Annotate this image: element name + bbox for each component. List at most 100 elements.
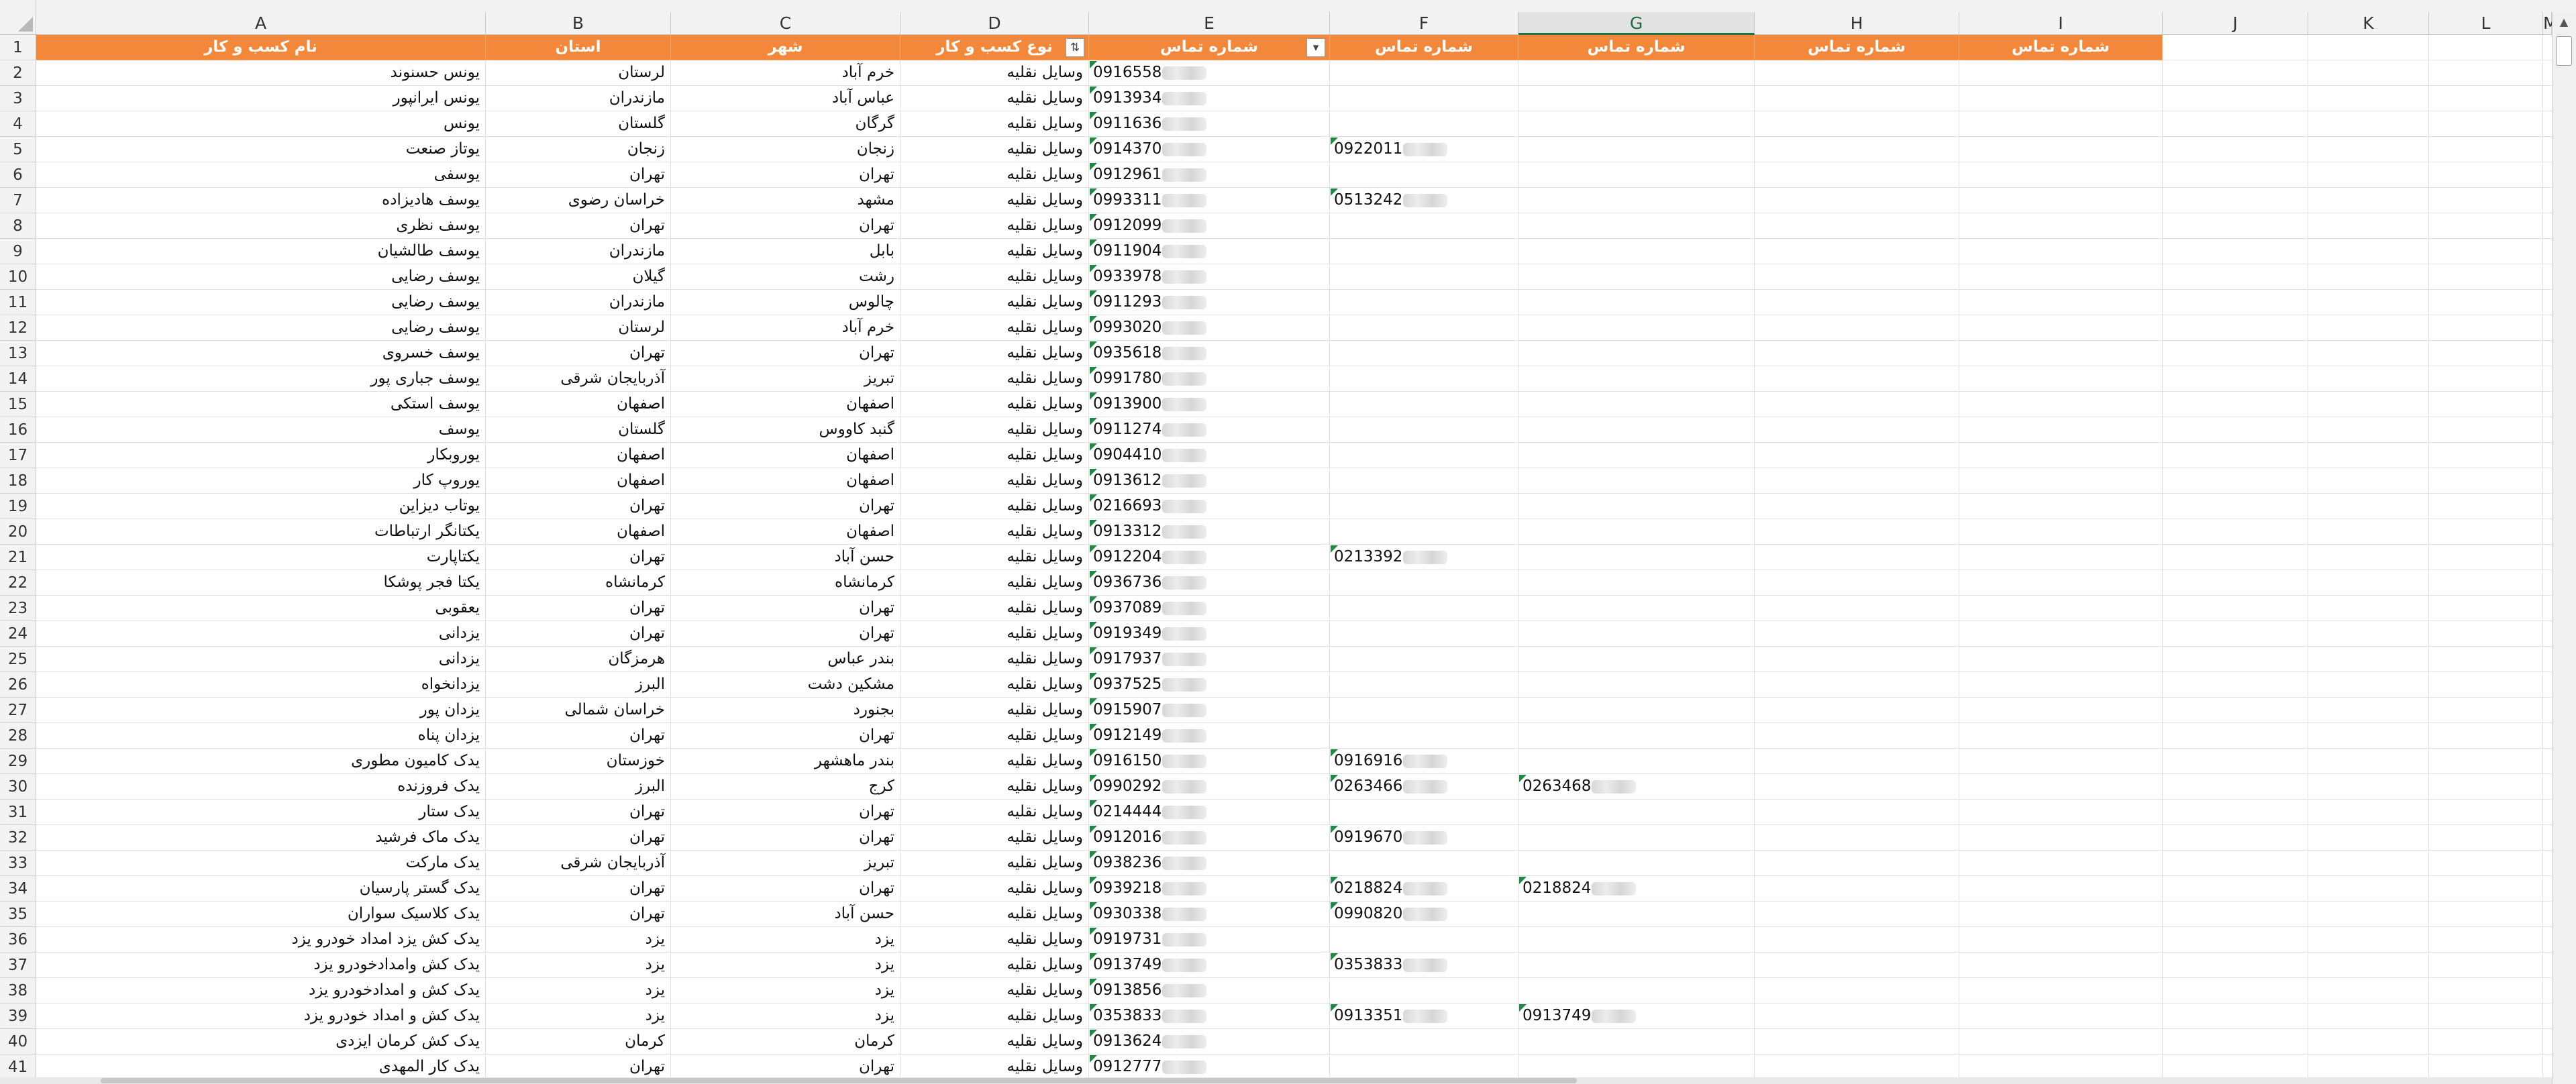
province-cell[interactable]: گلستان bbox=[486, 111, 671, 137]
empty-cell[interactable] bbox=[2308, 392, 2429, 417]
empty-cell[interactable] bbox=[1755, 749, 1959, 774]
empty-cell[interactable] bbox=[2429, 86, 2543, 111]
province-cell[interactable]: کرمان bbox=[486, 1029, 671, 1054]
business-type-cell[interactable]: وسایل نقلیه bbox=[900, 672, 1089, 698]
column-header-g[interactable]: G bbox=[1518, 12, 1755, 35]
empty-cell[interactable] bbox=[2429, 417, 2543, 443]
phone-cell[interactable] bbox=[1518, 111, 1755, 137]
business-type-cell[interactable]: وسایل نقلیه bbox=[900, 927, 1089, 953]
business-type-cell[interactable]: وسایل نقلیه bbox=[900, 239, 1089, 264]
empty-cell[interactable] bbox=[2429, 851, 2543, 876]
business-type-cell[interactable]: وسایل نقلیه bbox=[900, 137, 1089, 162]
province-cell[interactable]: اصفهان bbox=[486, 468, 671, 494]
empty-cell[interactable] bbox=[1959, 341, 2163, 366]
phone-cell[interactable] bbox=[1330, 494, 1518, 519]
row-header[interactable]: 25 bbox=[0, 647, 36, 672]
city-cell[interactable]: زنجان bbox=[671, 137, 900, 162]
province-cell[interactable]: تهران bbox=[486, 341, 671, 366]
phone-cell[interactable] bbox=[1518, 621, 1755, 647]
empty-cell[interactable] bbox=[1755, 519, 1959, 545]
empty-cell[interactable] bbox=[1755, 468, 1959, 494]
phone-cell[interactable] bbox=[1518, 978, 1755, 1004]
empty-cell[interactable] bbox=[2308, 366, 2429, 392]
business-type-cell[interactable]: وسایل نقلیه bbox=[900, 443, 1089, 468]
empty-cell[interactable] bbox=[2308, 188, 2429, 213]
phone-cell[interactable] bbox=[1518, 290, 1755, 315]
phone-cell[interactable]: 0933978 bbox=[1089, 264, 1330, 290]
empty-cell[interactable] bbox=[1959, 749, 2163, 774]
business-type-cell[interactable]: وسایل نقلیه bbox=[900, 749, 1089, 774]
spreadsheet-grid[interactable]: A B C D E F G H I J K L M 1 2 3 4 5 6 7 8 9 10 11 12 13 14 15 16 17 18… bbox=[0, 0, 2576, 1084]
phone-cell[interactable]: 0913900 bbox=[1089, 392, 1330, 417]
business-name-cell[interactable]: یوسف نظری bbox=[36, 213, 486, 239]
empty-cell[interactable] bbox=[1755, 545, 1959, 570]
province-cell[interactable]: تهران bbox=[486, 1054, 671, 1080]
phone-cell[interactable] bbox=[1330, 570, 1518, 596]
empty-cell[interactable] bbox=[2429, 264, 2543, 290]
empty-cell[interactable] bbox=[1959, 825, 2163, 851]
phone-cell[interactable] bbox=[1518, 468, 1755, 494]
city-cell[interactable]: تهران bbox=[671, 876, 900, 902]
province-cell[interactable]: تهران bbox=[486, 902, 671, 927]
province-cell[interactable]: اصفهان bbox=[486, 392, 671, 417]
empty-cell[interactable] bbox=[2429, 468, 2543, 494]
empty-cell[interactable] bbox=[2429, 315, 2543, 341]
empty-cell[interactable] bbox=[2429, 366, 2543, 392]
empty-cell[interactable] bbox=[1959, 468, 2163, 494]
empty-cell[interactable] bbox=[2163, 417, 2308, 443]
empty-cell[interactable] bbox=[1959, 1054, 2163, 1080]
empty-cell[interactable] bbox=[2308, 213, 2429, 239]
empty-cell[interactable] bbox=[1959, 392, 2163, 417]
row-header[interactable]: 40 bbox=[0, 1029, 36, 1054]
province-cell[interactable]: یزد bbox=[486, 927, 671, 953]
city-cell[interactable]: تهران bbox=[671, 494, 900, 519]
phone-cell[interactable] bbox=[1330, 851, 1518, 876]
row-header[interactable]: 3 bbox=[0, 86, 36, 111]
phone-cell[interactable] bbox=[1518, 851, 1755, 876]
phone-cell[interactable]: 0912149 bbox=[1089, 723, 1330, 749]
empty-cell[interactable] bbox=[1755, 570, 1959, 596]
city-cell[interactable]: کرج bbox=[671, 774, 900, 800]
horizontal-scroll-thumb[interactable] bbox=[101, 1078, 1577, 1083]
empty-cell[interactable] bbox=[2429, 800, 2543, 825]
city-cell[interactable]: یزد bbox=[671, 953, 900, 978]
phone-cell[interactable]: 0993311 bbox=[1089, 188, 1330, 213]
empty-cell[interactable] bbox=[1755, 723, 1959, 749]
header-cell-d[interactable]: نوع کسب و کار ⇅ bbox=[900, 35, 1089, 60]
empty-cell[interactable] bbox=[1755, 264, 1959, 290]
header-cell-b[interactable]: استان bbox=[486, 35, 671, 60]
business-name-cell[interactable]: یدک کش کرمان ایزدی bbox=[36, 1029, 486, 1054]
filter-dropdown-icon[interactable]: ▾ bbox=[1306, 38, 1325, 57]
business-name-cell[interactable]: یوسف رضایی bbox=[36, 315, 486, 341]
column-header-e[interactable]: E bbox=[1089, 12, 1330, 35]
row-header[interactable]: 34 bbox=[0, 876, 36, 902]
header-cell-e[interactable]: شماره تماس ▾ bbox=[1089, 35, 1330, 60]
column-header-b[interactable]: B bbox=[486, 12, 671, 35]
row-header[interactable]: 18 bbox=[0, 468, 36, 494]
row-header[interactable]: 14 bbox=[0, 366, 36, 392]
empty-cell[interactable] bbox=[2308, 162, 2429, 188]
phone-cell[interactable]: 0915907 bbox=[1089, 698, 1330, 723]
province-cell[interactable]: تهران bbox=[486, 723, 671, 749]
phone-cell[interactable] bbox=[1518, 800, 1755, 825]
empty-cell[interactable] bbox=[2308, 1004, 2429, 1029]
empty-cell[interactable] bbox=[1959, 927, 2163, 953]
phone-cell[interactable]: 0913612 bbox=[1089, 468, 1330, 494]
empty-cell[interactable] bbox=[2163, 978, 2308, 1004]
business-type-cell[interactable]: وسایل نقلیه bbox=[900, 647, 1089, 672]
business-name-cell[interactable]: یوتاز صنعت bbox=[36, 137, 486, 162]
row-header[interactable]: 36 bbox=[0, 927, 36, 953]
row-header[interactable]: 2 bbox=[0, 60, 36, 86]
empty-cell[interactable] bbox=[2308, 927, 2429, 953]
empty-cell[interactable] bbox=[1755, 443, 1959, 468]
phone-cell[interactable]: 0916916 bbox=[1330, 749, 1518, 774]
empty-cell[interactable] bbox=[2163, 723, 2308, 749]
province-cell[interactable]: خراسان شمالی bbox=[486, 698, 671, 723]
business-name-cell[interactable]: یونس bbox=[36, 111, 486, 137]
empty-cell[interactable] bbox=[2429, 596, 2543, 621]
empty-cell[interactable] bbox=[2308, 315, 2429, 341]
empty-cell[interactable] bbox=[2163, 239, 2308, 264]
row-header[interactable]: 11 bbox=[0, 290, 36, 315]
empty-cell[interactable] bbox=[1755, 162, 1959, 188]
empty-cell[interactable] bbox=[2429, 213, 2543, 239]
